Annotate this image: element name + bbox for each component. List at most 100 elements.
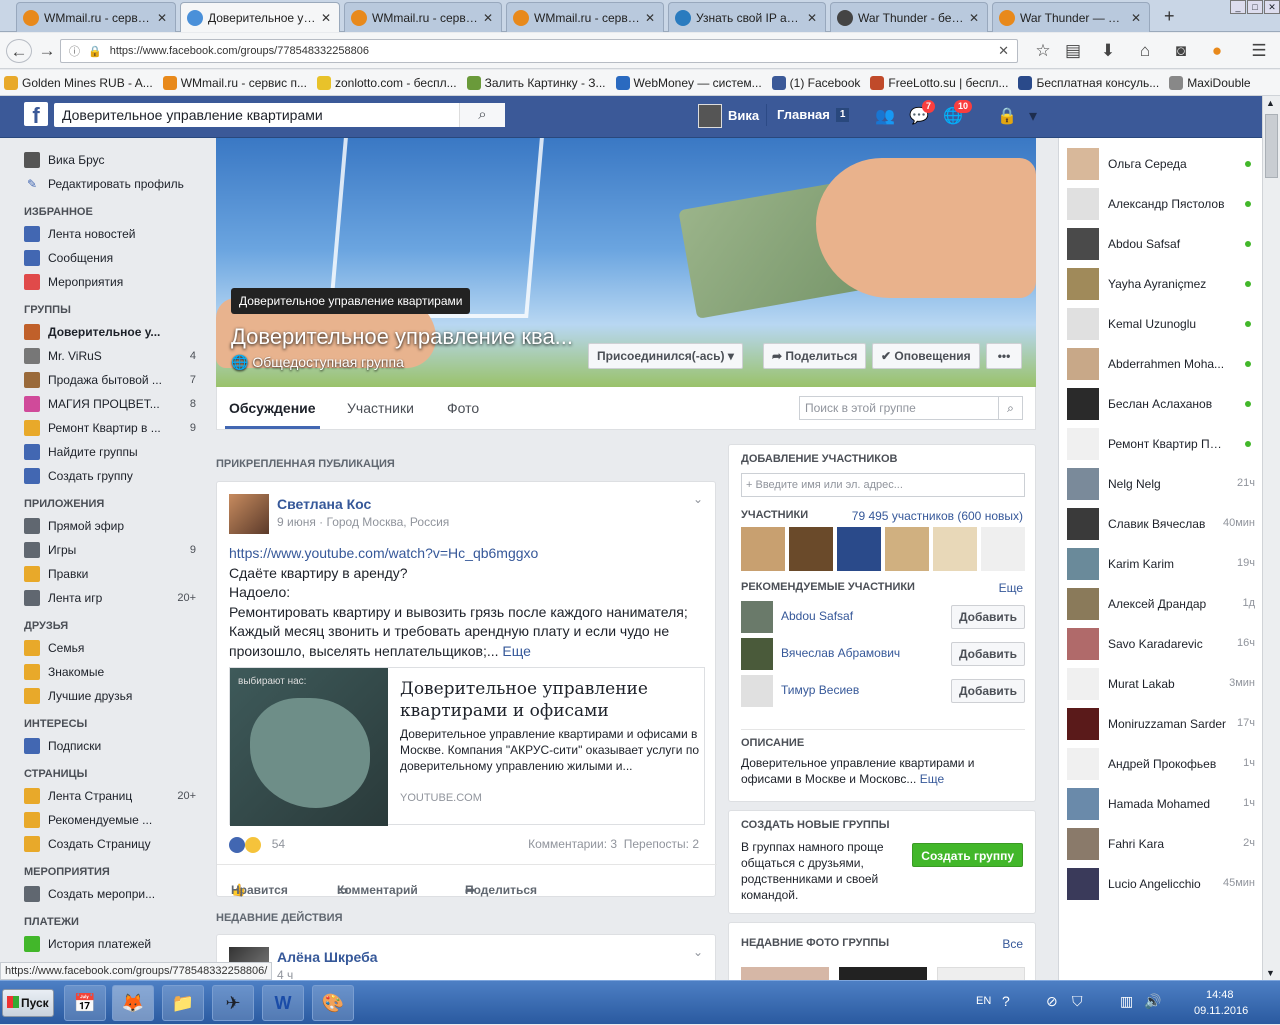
game-app-icon[interactable]: ✈	[212, 985, 254, 1021]
left-nav-item[interactable]: Подписки	[0, 734, 210, 758]
left-nav-item[interactable]: Создать меропри...	[0, 882, 210, 906]
avatar[interactable]	[741, 638, 773, 670]
start-button[interactable]: Пуск	[2, 989, 54, 1017]
close-tab-icon[interactable]: ✕	[645, 11, 657, 25]
back-button[interactable]: ←	[6, 39, 32, 63]
profile-link[interactable]: Вика	[698, 104, 759, 128]
member-thumbnail[interactable]	[885, 527, 929, 571]
close-tab-icon[interactable]: ✕	[321, 11, 333, 25]
left-nav-item[interactable]: Правки	[0, 562, 210, 586]
post-meta[interactable]: 9 июня · Город Москва, Россия	[277, 515, 449, 529]
left-nav-item[interactable]: Знакомые	[0, 660, 210, 684]
like-reaction-icon[interactable]	[229, 837, 245, 853]
post-menu-chevron-icon[interactable]: ⌄	[693, 945, 703, 959]
group-name[interactable]: Доверительное управление ква...	[231, 324, 573, 350]
bookmark-item[interactable]: FreeLotto.su | беспл...	[870, 75, 1008, 90]
chat-contact[interactable]: Алексей Драндар 1д	[1067, 584, 1255, 624]
pocket-icon[interactable]: ◙	[1168, 39, 1194, 63]
clock-time[interactable]: 14:48	[1206, 989, 1234, 1001]
haha-reaction-icon[interactable]	[245, 837, 262, 853]
link-preview[interactable]: выбирают нас: Доверительное управление к…	[229, 667, 705, 826]
joined-button[interactable]: Присоединился(-ась) ▾	[588, 343, 743, 369]
close-tab-icon[interactable]: ✕	[157, 11, 169, 25]
left-nav-item[interactable]: Найдите группы	[0, 440, 210, 464]
create-group-button[interactable]: Создать группу	[912, 843, 1023, 867]
chat-contact[interactable]: Ольга Середа	[1067, 144, 1255, 184]
chat-contact[interactable]: Abderrahmen Moha...	[1067, 344, 1255, 384]
member-thumbnail[interactable]	[837, 527, 881, 571]
suggested-member-name[interactable]: Вячеслав Абрамович	[781, 646, 900, 660]
close-tab-icon[interactable]: ✕	[969, 11, 981, 25]
home-link[interactable]: Главная 1	[766, 104, 850, 126]
left-nav-item[interactable]: Создать группу	[0, 464, 210, 488]
chat-contact[interactable]: Беслан Аслаханов	[1067, 384, 1255, 424]
home-icon[interactable]: ⌂	[1132, 39, 1158, 63]
paint-app-icon[interactable]: 🎨	[312, 985, 354, 1021]
tab-members[interactable]: Участники	[343, 387, 418, 429]
close-tab-icon[interactable]: ✕	[807, 11, 819, 25]
post-author[interactable]: Алёна Шкреба	[277, 949, 378, 965]
antivirus-icon[interactable]: ⊘	[1046, 993, 1058, 1010]
description-more-link[interactable]: Еще	[920, 772, 944, 786]
suggested-more-link[interactable]: Еще	[999, 581, 1023, 595]
bookmark-item[interactable]: MaxiDouble	[1169, 75, 1251, 90]
browser-tab[interactable]: WMmail.ru - сервис... ✕	[344, 2, 502, 32]
reactions-count[interactable]: 54	[272, 837, 285, 851]
chat-contact[interactable]: Moniruzzaman Sarder 17ч	[1067, 704, 1255, 744]
browser-tab[interactable]: Доверительное упр... ✕	[180, 2, 340, 32]
left-nav-item[interactable]: Семья	[0, 636, 210, 660]
left-nav-item[interactable]: Mr. ViRuS 4	[0, 344, 210, 368]
chat-contact[interactable]: Fahri Kara 2ч	[1067, 824, 1255, 864]
post-author[interactable]: Светлана Кос	[277, 496, 371, 512]
member-thumbnail[interactable]	[789, 527, 833, 571]
extension-icon[interactable]: ●	[1204, 39, 1230, 63]
search-icon[interactable]: ⌕	[998, 397, 1022, 419]
account-menu-chevron-icon[interactable]: ▾	[1022, 106, 1044, 128]
left-nav-item[interactable]: Игры 9	[0, 538, 210, 562]
shield-icon[interactable]: ⛉	[1072, 993, 1083, 1010]
suggested-member-name[interactable]: Тимур Весиев	[781, 683, 859, 697]
left-section-heading[interactable]: ДРУЗЬЯ	[24, 620, 210, 632]
post-link[interactable]: https://www.youtube.com/watch?v=Hc_qb6mg…	[229, 545, 538, 561]
bookmark-item[interactable]: WebMoney — систем...	[615, 75, 762, 90]
privacy-shortcuts-icon[interactable]: 🔒	[996, 106, 1018, 128]
friend-requests-icon[interactable]: 👥	[874, 106, 896, 128]
member-thumbnail[interactable]	[933, 527, 977, 571]
network-icon[interactable]: ▥	[1120, 993, 1133, 1010]
browser-tab[interactable]: War Thunder - бес... ✕	[830, 2, 988, 32]
bookmark-item[interactable]: (1) Facebook	[771, 75, 860, 90]
shares-count[interactable]: Перепосты: 2	[624, 837, 699, 851]
left-section-heading[interactable]: СТРАНИЦЫ	[24, 768, 210, 780]
left-nav-item[interactable]: МАГИЯ ПРОЦВЕТ... 8	[0, 392, 210, 416]
chat-contact[interactable]: Андрей Прокофьев 1ч	[1067, 744, 1255, 784]
notifications-icon[interactable]: 🌐 10	[942, 100, 973, 128]
left-nav-item[interactable]: Лучшие друзья	[0, 684, 210, 708]
add-member-button[interactable]: Добавить	[951, 605, 1025, 629]
bookmark-item[interactable]: WMmail.ru - сервис п...	[162, 75, 307, 90]
left-nav-item[interactable]: Лента игр 20+	[0, 586, 210, 610]
member-thumbnail[interactable]	[981, 527, 1025, 571]
left-section-heading[interactable]: ГРУППЫ	[24, 304, 210, 316]
group-search-input[interactable]: Поиск в этой группе ⌕	[799, 396, 1023, 420]
recent-photo[interactable]	[937, 967, 1025, 980]
chat-contact[interactable]: Александр Пястолов	[1067, 184, 1255, 224]
left-nav-item[interactable]: Лента Страниц 20+	[0, 784, 210, 808]
left-section-heading[interactable]: ИЗБРАННОЕ	[24, 206, 210, 218]
avatar[interactable]	[741, 675, 773, 707]
url-bar[interactable]: ⓘ 🔒 https://www.facebook.com/groups/7785…	[60, 39, 1018, 63]
word-app-icon[interactable]: W	[262, 985, 304, 1021]
messages-icon[interactable]: 💬 7	[908, 100, 936, 128]
facebook-search-input[interactable]: Доверительное управление квартирами ⌕	[54, 103, 505, 127]
browser-tab[interactable]: War Thunder — Вы... ✕	[992, 2, 1150, 32]
search-icon[interactable]: ⌕	[459, 103, 505, 127]
add-member-button[interactable]: Добавить	[951, 642, 1025, 666]
page-scrollbar[interactable]: ▲ ▼	[1262, 96, 1280, 980]
left-section-heading[interactable]: ПРИЛОЖЕНИЯ	[24, 498, 210, 510]
bookmark-star-icon[interactable]: ☆	[1030, 39, 1056, 63]
bookmark-item[interactable]: Golden Mines RUB - A...	[4, 75, 153, 90]
recent-photo[interactable]	[741, 967, 829, 980]
tab-discussion[interactable]: Обсуждение	[225, 387, 320, 429]
close-window-button[interactable]: ✕	[1264, 0, 1280, 14]
post-meta[interactable]: 4 ч	[277, 968, 293, 980]
info-icon[interactable]: ⓘ	[69, 43, 80, 59]
